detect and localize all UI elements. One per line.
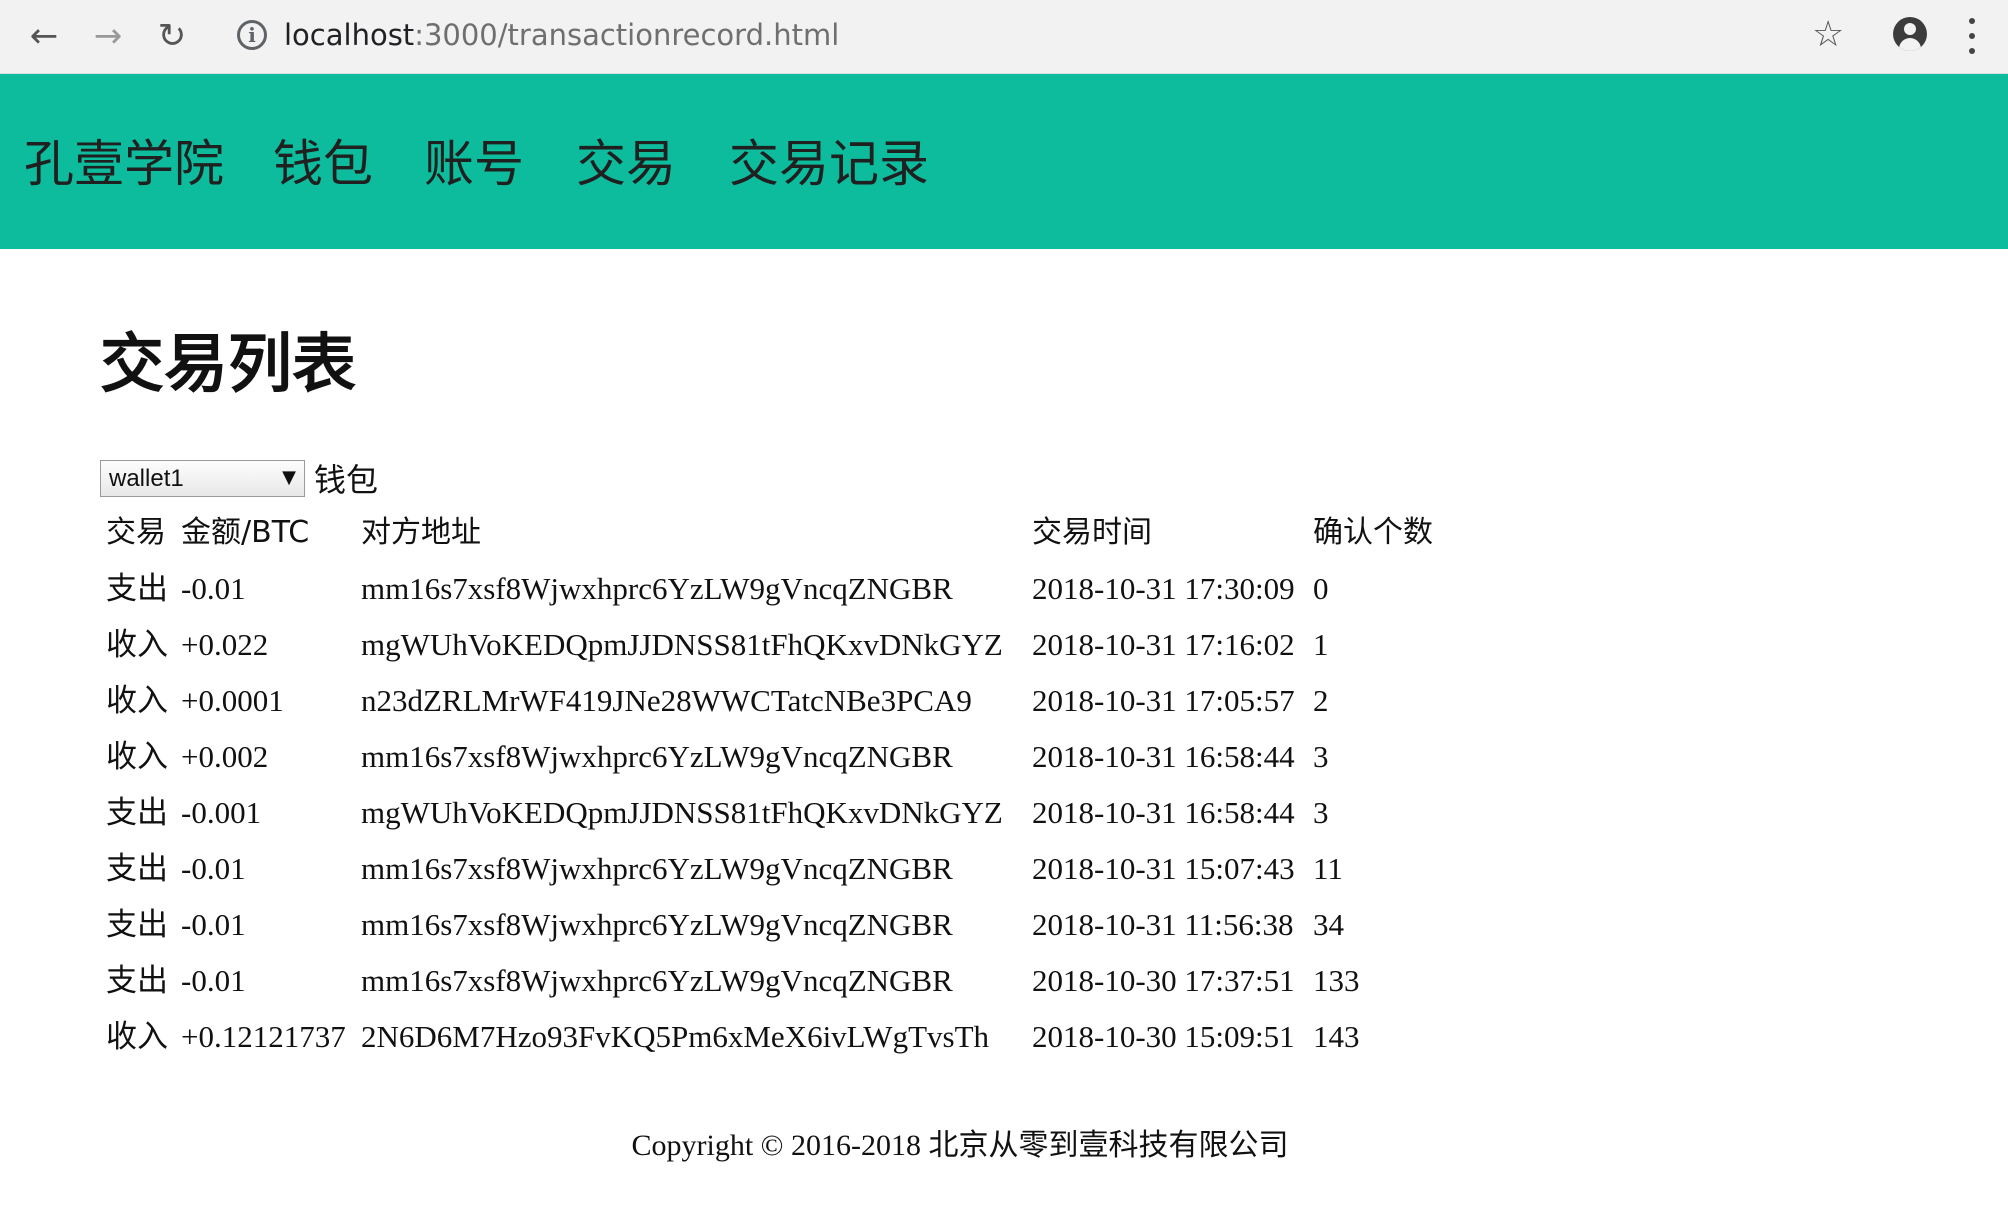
cell-time: 2018-10-31 16:58:44 [1032, 795, 1295, 830]
cell-confirmations: 11 [1313, 851, 1343, 886]
cell-type: 收入 [106, 627, 168, 663]
reload-icon[interactable]: ↻ [150, 14, 194, 58]
cell-amount: -0.01 [181, 963, 246, 998]
cell-type: 支出 [106, 907, 168, 943]
cell-time: 2018-10-31 17:05:57 [1032, 683, 1295, 718]
cell-confirmations: 133 [1313, 963, 1360, 998]
url-host: localhost [284, 18, 415, 52]
table-row: 支出 -0.01 mm16s7xsf8Wjwxhprc6YzLW9gVncqZNGB… [100, 841, 1433, 897]
cell-amount: +0.022 [181, 627, 269, 662]
cell-amount: +0.12121737 [181, 1019, 346, 1054]
table-row: 支出 -0.001 mgWUhVoKEDQpmJJDNSS81tFhQKxvDNkG… [100, 785, 1433, 841]
nav-item-wallet[interactable]: 钱包 [273, 134, 373, 194]
cell-confirmations: 1 [1313, 627, 1329, 662]
arrow-left-icon[interactable]: ← [22, 14, 66, 58]
cell-type: 支出 [106, 963, 168, 999]
cell-time: 2018-10-30 15:09:51 [1032, 1019, 1295, 1054]
cell-amount: -0.001 [181, 795, 262, 830]
account-icon[interactable] [1893, 17, 1927, 51]
table-row: 收入 +0.12121737 2N6D6M7Hzo93FvKQ5Pm6xMeX6iv… [100, 1009, 1433, 1065]
cell-confirmations: 0 [1313, 571, 1329, 606]
dropdown-arrow-icon: ▼ [282, 467, 296, 488]
cell-time: 2018-10-31 11:56:38 [1032, 907, 1294, 942]
table-row: 收入 +0.0001 n23dZRLMrWF419JNe28WWCTatcNBe3P… [100, 673, 1433, 729]
cell-confirmations: 2 [1313, 683, 1329, 718]
cell-address: mm16s7xsf8Wjwxhprc6YzLW9gVncqZNGBR [361, 571, 953, 606]
cell-amount: -0.01 [181, 571, 246, 606]
cell-type: 支出 [106, 571, 168, 607]
cell-type: 收入 [106, 739, 168, 775]
cell-address: n23dZRLMrWF419JNe28WWCTatcNBe3PCA9 [361, 683, 972, 718]
cell-confirmations: 143 [1313, 1019, 1360, 1054]
nav-brand[interactable]: 孔壹学院 [24, 134, 224, 194]
cell-type: 支出 [106, 851, 168, 887]
nav-item-transaction-record[interactable]: 交易记录 [729, 134, 929, 194]
browser-toolbar: ← → ↻ i localhost:3000/transactionrecord… [0, 0, 2008, 74]
header-type: 交易 [106, 515, 166, 550]
nav-item-transaction[interactable]: 交易 [576, 134, 676, 194]
table-row: 支出 -0.01 mm16s7xsf8Wjwxhprc6YzLW9gVncqZNGB… [100, 897, 1433, 953]
cell-amount: -0.01 [181, 851, 246, 886]
star-icon[interactable]: ☆ [1812, 14, 1844, 55]
cell-address: mgWUhVoKEDQpmJJDNSS81tFhQKxvDNkGYZ [361, 795, 1003, 830]
nav-item-account[interactable]: 账号 [424, 134, 524, 194]
table-row: 收入 +0.002 mm16s7xsf8Wjwxhprc6YzLW9gVncqZNG… [100, 729, 1433, 785]
cell-address: mm16s7xsf8Wjwxhprc6YzLW9gVncqZNGBR [361, 739, 953, 774]
url-path: :3000/transactionrecord.html [414, 18, 840, 52]
url-text[interactable]: localhost:3000/transactionrecord.html [284, 18, 839, 52]
navbar: 孔壹学院 钱包 账号 交易 交易记录 [0, 74, 2008, 249]
cell-address: mm16s7xsf8Wjwxhprc6YzLW9gVncqZNGBR [361, 907, 953, 942]
cell-time: 2018-10-31 16:58:44 [1032, 739, 1295, 774]
page-title: 交易列表 [100, 328, 356, 402]
cell-amount: -0.01 [181, 907, 246, 942]
cell-amount: +0.0001 [181, 683, 284, 718]
wallet-select-value: wallet1 [109, 465, 184, 492]
address-bar[interactable]: i localhost:3000/transactionrecord.html [220, 8, 1840, 64]
arrow-right-icon[interactable]: → [86, 14, 130, 58]
cell-type: 收入 [106, 1019, 168, 1055]
cell-type: 支出 [106, 795, 168, 831]
table-body: 支出 -0.01 mm16s7xsf8Wjwxhprc6YzLW9gVncqZNGB… [100, 561, 1433, 1065]
cell-amount: +0.002 [181, 739, 269, 774]
table-row: 支出 -0.01 mm16s7xsf8Wjwxhprc6YzLW9gVncqZNGB… [100, 561, 1433, 617]
transaction-table: 交易 金额/BTC 对方地址 交易时间 确认个数 支出 -0.01 mm16s7xs… [100, 505, 1433, 1065]
cell-address: 2N6D6M7Hzo93FvKQ5Pm6xMeX6ivLWgTvsTh [361, 1019, 990, 1054]
table-row: 收入 +0.022 mgWUhVoKEDQpmJJDNSS81tFhQKxvDNkG… [100, 617, 1433, 673]
header-confirmations: 确认个数 [1313, 515, 1433, 550]
copyright: Copyright © 2016-2018 北京从零到壹科技有限公司 [631, 1129, 1289, 1162]
cell-time: 2018-10-31 15:07:43 [1032, 851, 1295, 886]
cell-time: 2018-10-31 17:30:09 [1032, 571, 1295, 606]
cell-address: mgWUhVoKEDQpmJJDNSS81tFhQKxvDNkGYZ [361, 627, 1003, 662]
cell-time: 2018-10-31 17:16:02 [1032, 627, 1295, 662]
wallet-select[interactable]: wallet1 ▼ [100, 460, 305, 497]
info-icon[interactable]: i [237, 20, 267, 50]
cell-confirmations: 3 [1313, 739, 1329, 774]
cell-address: mm16s7xsf8Wjwxhprc6YzLW9gVncqZNGBR [361, 851, 953, 886]
cell-address: mm16s7xsf8Wjwxhprc6YzLW9gVncqZNGBR [361, 963, 953, 998]
cell-confirmations: 34 [1313, 907, 1344, 942]
table-row: 支出 -0.01 mm16s7xsf8Wjwxhprc6YzLW9gVncqZNGB… [100, 953, 1433, 1009]
wallet-label: 钱包 [314, 461, 379, 499]
header-amount: 金额/BTC [181, 515, 310, 550]
cell-type: 收入 [106, 683, 168, 719]
header-time: 交易时间 [1032, 515, 1152, 550]
cell-time: 2018-10-30 17:37:51 [1032, 963, 1295, 998]
header-address: 对方地址 [361, 515, 481, 550]
cell-confirmations: 3 [1313, 795, 1329, 830]
kebab-menu-icon[interactable] [1968, 18, 1976, 54]
table-header-row: 交易 金额/BTC 对方地址 交易时间 确认个数 [100, 505, 1433, 561]
